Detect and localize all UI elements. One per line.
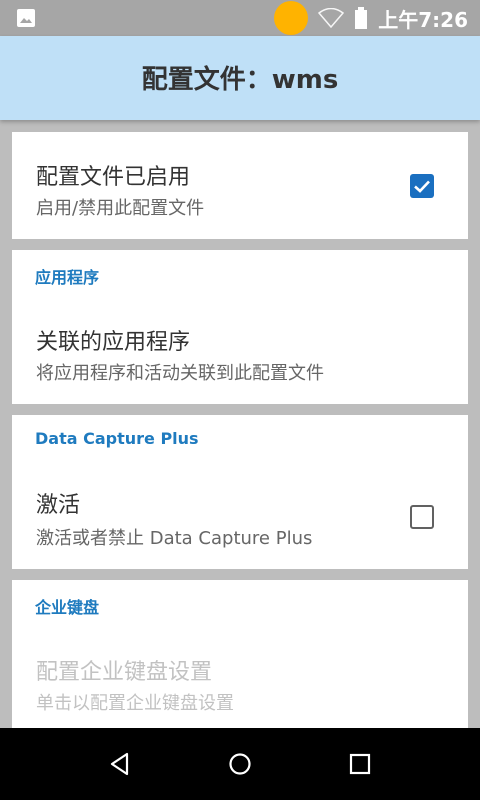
category-applications: 应用程序 — [35, 268, 100, 287]
page-title: 配置文件：wms — [141, 65, 339, 95]
status-bar: 上午7:26 — [0, 0, 480, 36]
profile-enabled-card: 配置文件已启用 启用/禁用此配置文件 — [12, 132, 468, 239]
enterprise-keyboard-card: 企业键盘 配置企业键盘设置 单击以配置企业键盘设置 — [12, 580, 468, 728]
checkmark-icon — [414, 180, 430, 193]
preference-summary: 单击以配置企业键盘设置 — [36, 693, 234, 714]
category-data-capture-plus: Data Capture Plus — [35, 429, 199, 448]
preference-summary: 激活或者禁止 Data Capture Plus — [36, 528, 313, 549]
recents-icon[interactable] — [346, 750, 374, 778]
enterprise-keyboard-preference: 配置企业键盘设置 单击以配置企业键盘设置 — [12, 628, 468, 728]
activate-dcp-preference[interactable]: 激活 激活或者禁止 Data Capture Plus — [12, 463, 468, 569]
app-bar: 配置文件：wms — [0, 36, 480, 120]
preference-summary: 启用/禁用此配置文件 — [36, 198, 205, 219]
associated-apps-preference[interactable]: 关联的应用程序 将应用程序和活动关联到此配置文件 — [12, 298, 468, 404]
preference-title: 配置文件已启用 — [36, 165, 191, 190]
wifi-icon — [318, 8, 345, 28]
preference-title: 激活 — [36, 493, 81, 518]
navigation-bar — [0, 728, 480, 800]
preference-title: 关联的应用程序 — [36, 330, 191, 355]
profile-enabled-preference[interactable]: 配置文件已启用 启用/禁用此配置文件 — [12, 132, 468, 239]
data-capture-plus-card: Data Capture Plus 激活 激活或者禁止 Data Capture… — [12, 415, 468, 569]
preference-summary: 将应用程序和活动关联到此配置文件 — [36, 363, 324, 384]
applications-card: 应用程序 关联的应用程序 将应用程序和活动关联到此配置文件 — [12, 250, 468, 404]
back-icon[interactable] — [106, 750, 134, 778]
status-clock: 上午7:26 — [378, 7, 468, 32]
activate-dcp-checkbox[interactable] — [410, 505, 434, 529]
notification-dot-icon — [274, 1, 309, 35]
settings-list[interactable]: 配置文件已启用 启用/禁用此配置文件 应用程序 关联的应用程序 将应用程序和活动… — [0, 120, 480, 728]
battery-icon — [355, 7, 368, 29]
preference-title: 配置企业键盘设置 — [36, 660, 213, 685]
category-enterprise-keyboard: 企业键盘 — [35, 598, 100, 617]
home-icon[interactable] — [226, 750, 254, 778]
profile-enabled-checkbox[interactable] — [410, 174, 434, 198]
image-notification-icon — [17, 9, 35, 27]
